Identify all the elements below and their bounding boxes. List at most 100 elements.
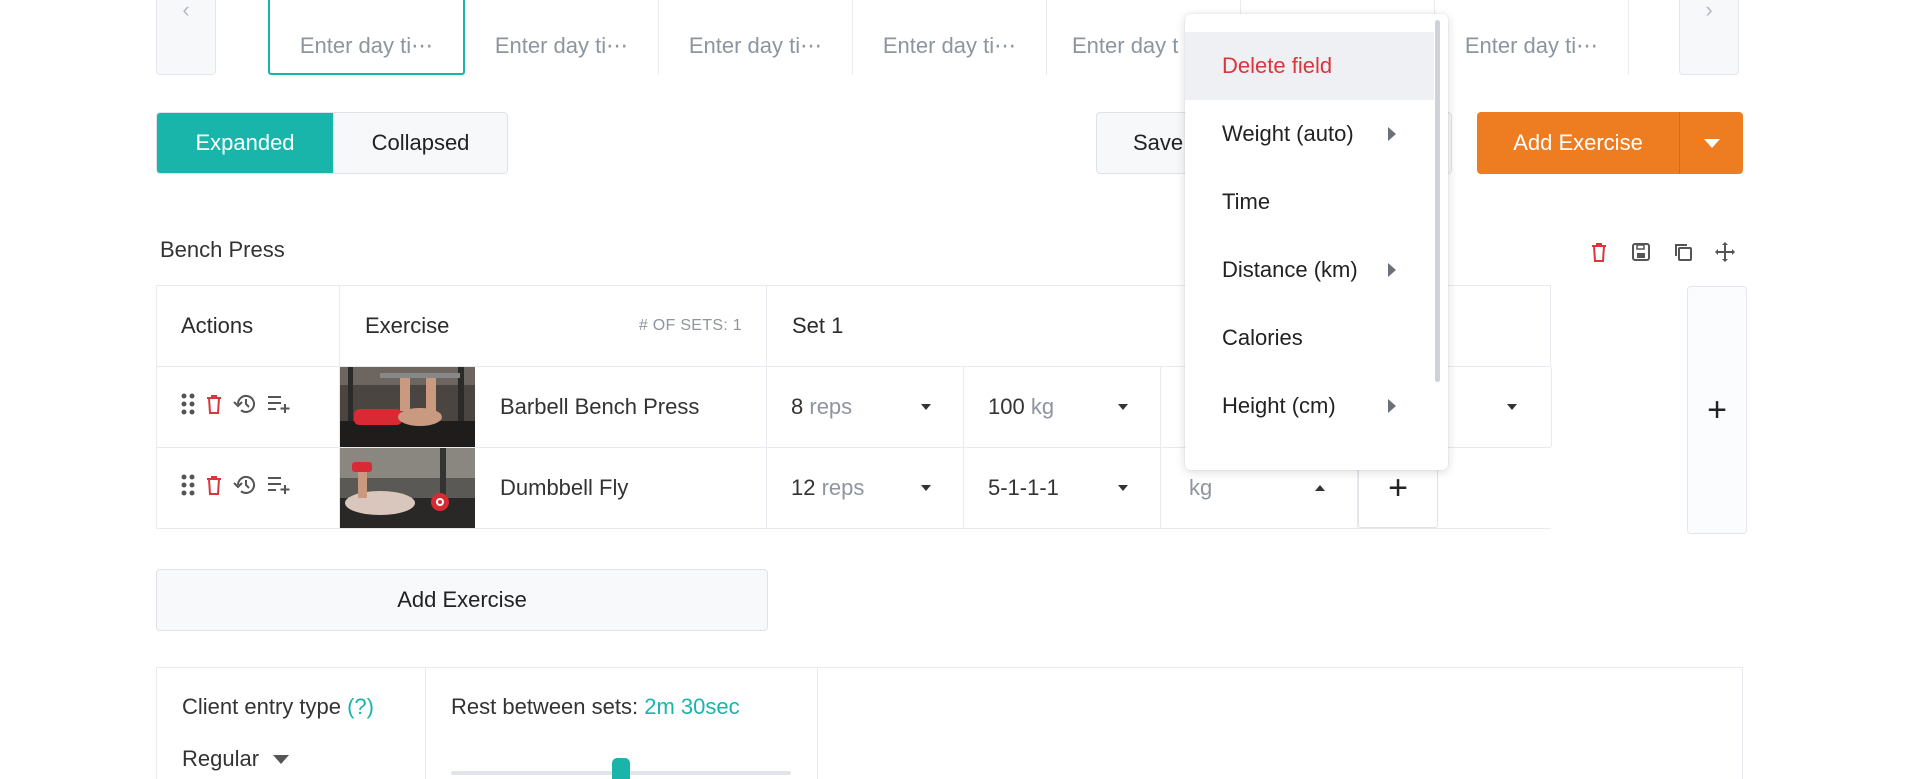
history-icon[interactable] bbox=[233, 393, 257, 421]
client-entry-select[interactable]: Regular bbox=[182, 746, 425, 772]
weight-unit: kg bbox=[1030, 394, 1055, 419]
menu-item-height-cm[interactable]: Height (cm) bbox=[1185, 372, 1434, 440]
view-toggle: Expanded Collapsed bbox=[156, 112, 508, 174]
reps-unit: reps bbox=[821, 475, 865, 500]
tempo-select[interactable]: 5-1-1-1 bbox=[964, 448, 1161, 528]
day-prev-button[interactable]: ‹ bbox=[156, 0, 216, 75]
chevron-left-icon: ‹ bbox=[182, 0, 190, 22]
caret-down-icon bbox=[921, 485, 931, 491]
add-exercise-bottom-button[interactable]: Add Exercise bbox=[156, 569, 768, 631]
menu-item-weight-auto[interactable]: Weight (auto) bbox=[1185, 100, 1434, 168]
help-link[interactable]: (?) bbox=[347, 694, 374, 719]
menu-item-delete-field[interactable]: Delete field bbox=[1185, 32, 1434, 100]
exercise-thumbnail-image bbox=[340, 448, 475, 528]
reps-unit: reps bbox=[809, 394, 853, 419]
add-exercise-button[interactable]: Add Exercise bbox=[1477, 112, 1679, 174]
day-next-button[interactable]: › bbox=[1679, 0, 1739, 75]
caret-down-icon bbox=[1118, 485, 1128, 491]
exercise-thumbnail-image bbox=[340, 367, 475, 447]
client-entry-value: Regular bbox=[182, 746, 260, 771]
reps-value: 8 bbox=[791, 394, 804, 419]
submenu-arrow-icon bbox=[1388, 127, 1396, 141]
reps-select[interactable]: 12 reps bbox=[767, 448, 964, 528]
plus-icon: + bbox=[1707, 390, 1727, 429]
day-tab-2[interactable]: Enter day ti⋯ bbox=[465, 0, 659, 75]
add-set-button[interactable]: + bbox=[1687, 286, 1747, 534]
day-title-input[interactable]: Enter day ti⋯ bbox=[689, 33, 822, 59]
day-title-input[interactable]: Enter day ti⋯ bbox=[300, 33, 433, 59]
menu-item-calories[interactable]: Calories bbox=[1185, 304, 1434, 372]
caret-up-icon bbox=[1315, 485, 1325, 491]
day-title-input[interactable]: Enter day t bbox=[1072, 33, 1178, 59]
reps-select[interactable]: 8 reps bbox=[767, 367, 964, 447]
menu-item-label: Calories bbox=[1222, 325, 1303, 350]
caret-down-icon bbox=[1118, 404, 1128, 410]
plus-icon: + bbox=[1388, 468, 1408, 507]
exercise-name[interactable]: Dumbbell Fly bbox=[500, 475, 628, 501]
caret-down-icon bbox=[1703, 138, 1720, 148]
menu-item-label: Time bbox=[1222, 189, 1271, 214]
rest-slider[interactable] bbox=[451, 758, 791, 779]
trash-icon[interactable] bbox=[205, 393, 223, 421]
weight-select[interactable]: 100 kg bbox=[964, 367, 1161, 447]
reps-value: 12 bbox=[791, 475, 816, 500]
drag-handle-icon[interactable] bbox=[181, 473, 195, 503]
save-button-label: Save bbox=[1133, 130, 1184, 155]
day-tab-3[interactable]: Enter day ti⋯ bbox=[659, 0, 853, 75]
add-exercise-split-button: Add Exercise bbox=[1477, 112, 1743, 174]
caret-down-icon bbox=[273, 754, 290, 764]
menu-item-label: Weight (auto) bbox=[1222, 121, 1354, 146]
block-toolbar bbox=[1587, 240, 1737, 264]
day-tab-7[interactable]: Enter day ti⋯ bbox=[1435, 0, 1629, 75]
move-icon[interactable] bbox=[1713, 240, 1737, 264]
rest-value: 2m 30sec bbox=[644, 694, 740, 719]
rest-section: Rest between sets: 2m 30sec bbox=[426, 668, 818, 779]
tempo-value: 5-1-1-1 bbox=[988, 475, 1059, 500]
chevron-right-icon: › bbox=[1705, 0, 1713, 22]
weight-placeholder: kg bbox=[1189, 475, 1213, 500]
client-entry-section: Client entry type (?) Regular bbox=[157, 668, 426, 779]
actions-header: Actions bbox=[156, 286, 339, 366]
menu-item-label: Height (cm) bbox=[1222, 393, 1336, 418]
submenu-arrow-icon bbox=[1388, 399, 1396, 413]
menu-item-distance-km[interactable]: Distance (km) bbox=[1185, 236, 1434, 304]
drag-handle-icon[interactable] bbox=[181, 392, 195, 422]
menu-scrollbar[interactable] bbox=[1435, 20, 1440, 382]
exercise-name[interactable]: Barbell Bench Press bbox=[500, 394, 699, 420]
caret-down-icon bbox=[921, 404, 931, 410]
exercise-settings-panel: Client entry type (?) Regular Rest betwe… bbox=[156, 667, 1743, 779]
trash-icon[interactable] bbox=[205, 474, 223, 502]
collapsed-toggle-option[interactable]: Collapsed bbox=[333, 113, 507, 173]
copy-icon[interactable] bbox=[1671, 240, 1695, 264]
caret-down-icon bbox=[1507, 404, 1517, 410]
exercise-cell: Dumbbell Fly bbox=[339, 448, 766, 528]
rest-label: Rest between sets: 2m 30sec bbox=[451, 694, 817, 720]
menu-item-time[interactable]: Time bbox=[1185, 168, 1434, 236]
trash-icon[interactable] bbox=[1587, 240, 1611, 264]
block-title: Bench Press bbox=[160, 237, 285, 262]
day-title-input[interactable]: Enter day ti⋯ bbox=[1465, 33, 1598, 59]
rest-label-text: Rest between sets: bbox=[451, 694, 639, 719]
day-tab-1[interactable]: Enter day ti⋯ bbox=[268, 0, 465, 75]
client-entry-label-text: Client entry type bbox=[182, 694, 341, 719]
rest-slider-thumb[interactable] bbox=[612, 758, 630, 779]
exercise-header: Exercise # OF SETS: 1 bbox=[339, 286, 766, 366]
day-title-input[interactable]: Enter day ti⋯ bbox=[495, 33, 628, 59]
day-title-input[interactable]: Enter day ti⋯ bbox=[883, 33, 1016, 59]
field-context-menu: Delete field Weight (auto) Time Distance… bbox=[1185, 14, 1448, 470]
exercise-header-label: Exercise bbox=[365, 313, 450, 338]
menu-item-label: Delete field bbox=[1222, 53, 1333, 78]
menu-item-label: Distance (km) bbox=[1222, 257, 1358, 282]
save-icon[interactable] bbox=[1629, 240, 1653, 264]
weight-value: 100 bbox=[988, 394, 1025, 419]
sets-count: # OF SETS: 1 bbox=[638, 317, 742, 334]
history-icon[interactable] bbox=[233, 474, 257, 502]
add-note-icon[interactable] bbox=[267, 475, 291, 501]
day-tab-4[interactable]: Enter day ti⋯ bbox=[853, 0, 1047, 75]
add-note-icon[interactable] bbox=[267, 394, 291, 420]
add-exercise-dropdown-toggle[interactable] bbox=[1679, 112, 1743, 174]
client-entry-label: Client entry type (?) bbox=[182, 694, 425, 720]
submenu-arrow-icon bbox=[1388, 263, 1396, 277]
expanded-toggle-option[interactable]: Expanded bbox=[157, 113, 333, 173]
row-actions bbox=[156, 448, 339, 528]
